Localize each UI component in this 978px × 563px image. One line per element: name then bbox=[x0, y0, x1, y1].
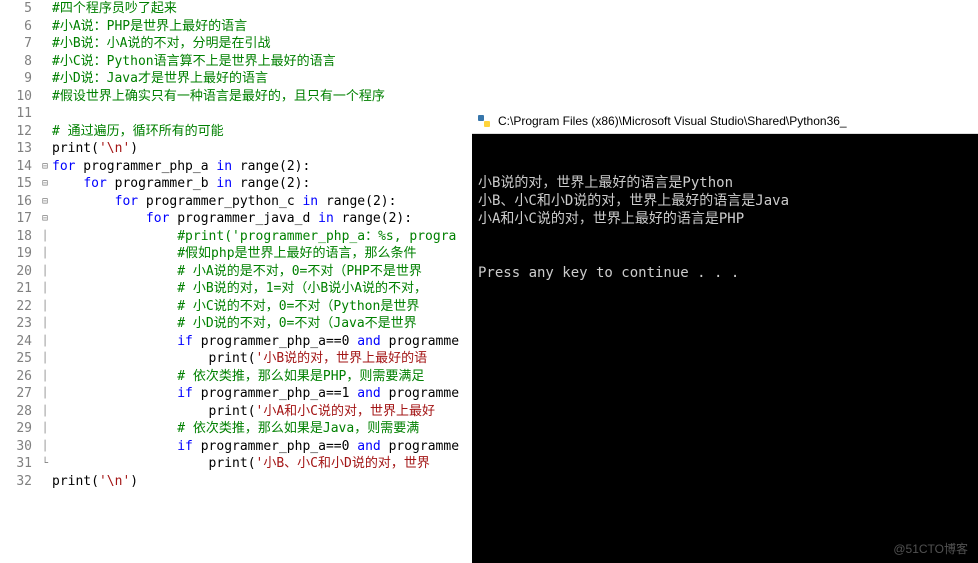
fold-marker[interactable] bbox=[38, 70, 52, 88]
code-line[interactable]: 9 #小D说：Java才是世界上最好的语言 bbox=[0, 70, 978, 88]
fold-marker[interactable] bbox=[38, 105, 52, 123]
fold-marker[interactable]: │ bbox=[38, 228, 52, 246]
code-content[interactable]: #小B说：小A说的不对，分明是在引战 bbox=[52, 35, 978, 53]
fold-marker[interactable]: │ bbox=[38, 245, 52, 263]
line-number: 22 bbox=[0, 298, 38, 316]
line-number: 30 bbox=[0, 438, 38, 456]
fold-marker[interactable]: │ bbox=[38, 385, 52, 403]
line-number: 5 bbox=[0, 0, 38, 18]
fold-marker[interactable]: │ bbox=[38, 333, 52, 351]
line-number: 31 bbox=[0, 455, 38, 473]
line-number: 7 bbox=[0, 35, 38, 53]
code-content[interactable]: #小D说：Java才是世界上最好的语言 bbox=[52, 70, 978, 88]
line-number: 19 bbox=[0, 245, 38, 263]
line-number: 14 bbox=[0, 158, 38, 176]
line-number: 20 bbox=[0, 263, 38, 281]
fold-marker[interactable] bbox=[38, 140, 52, 158]
fold-marker[interactable]: ⊟ bbox=[38, 210, 52, 228]
code-line[interactable]: 7 #小B说：小A说的不对，分明是在引战 bbox=[0, 35, 978, 53]
fold-marker[interactable] bbox=[38, 0, 52, 18]
fold-marker[interactable] bbox=[38, 35, 52, 53]
line-number: 8 bbox=[0, 53, 38, 71]
code-content[interactable]: #小C说：Python语言算不上是世界上最好的语言 bbox=[52, 53, 978, 71]
line-number: 32 bbox=[0, 473, 38, 491]
fold-marker[interactable]: │ bbox=[38, 420, 52, 438]
terminal-window: C:\Program Files (x86)\Microsoft Visual … bbox=[472, 108, 978, 563]
fold-marker[interactable] bbox=[38, 123, 52, 141]
fold-marker[interactable]: ⊟ bbox=[38, 175, 52, 193]
line-number: 10 bbox=[0, 88, 38, 106]
fold-marker[interactable]: │ bbox=[38, 280, 52, 298]
fold-marker[interactable]: │ bbox=[38, 298, 52, 316]
code-line[interactable]: 5 #四个程序员吵了起来 bbox=[0, 0, 978, 18]
line-number: 25 bbox=[0, 350, 38, 368]
fold-marker[interactable]: ⊟ bbox=[38, 158, 52, 176]
fold-marker[interactable] bbox=[38, 473, 52, 491]
line-number: 21 bbox=[0, 280, 38, 298]
fold-marker[interactable]: └ bbox=[38, 455, 52, 473]
fold-marker[interactable]: ⊟ bbox=[38, 193, 52, 211]
fold-marker[interactable]: │ bbox=[38, 263, 52, 281]
line-number: 27 bbox=[0, 385, 38, 403]
code-line[interactable]: 10 #假设世界上确实只有一种语言是最好的，且只有一个程序 bbox=[0, 88, 978, 106]
line-number: 11 bbox=[0, 105, 38, 123]
line-number: 28 bbox=[0, 403, 38, 421]
code-line[interactable]: 8 #小C说：Python语言算不上是世界上最好的语言 bbox=[0, 53, 978, 71]
fold-marker[interactable]: │ bbox=[38, 368, 52, 386]
fold-marker[interactable] bbox=[38, 53, 52, 71]
line-number: 23 bbox=[0, 315, 38, 333]
fold-marker[interactable] bbox=[38, 88, 52, 106]
line-number: 13 bbox=[0, 140, 38, 158]
line-number: 12 bbox=[0, 123, 38, 141]
python-icon bbox=[476, 113, 492, 129]
line-number: 16 bbox=[0, 193, 38, 211]
fold-marker[interactable]: │ bbox=[38, 438, 52, 456]
terminal-title: C:\Program Files (x86)\Microsoft Visual … bbox=[498, 114, 847, 128]
line-number: 17 bbox=[0, 210, 38, 228]
line-number: 26 bbox=[0, 368, 38, 386]
line-number: 15 bbox=[0, 175, 38, 193]
fold-marker[interactable] bbox=[38, 18, 52, 36]
fold-marker[interactable]: │ bbox=[38, 403, 52, 421]
line-number: 29 bbox=[0, 420, 38, 438]
fold-marker[interactable]: │ bbox=[38, 350, 52, 368]
terminal-output[interactable]: 小B说的对，世界上最好的语言是Python 小B、小C和小D说的对，世界上最好的… bbox=[472, 134, 978, 286]
code-content[interactable]: #小A说：PHP是世界上最好的语言 bbox=[52, 18, 978, 36]
line-number: 18 bbox=[0, 228, 38, 246]
line-number: 6 bbox=[0, 18, 38, 36]
code-content[interactable]: #假设世界上确实只有一种语言是最好的，且只有一个程序 bbox=[52, 88, 978, 106]
terminal-titlebar[interactable]: C:\Program Files (x86)\Microsoft Visual … bbox=[472, 108, 978, 134]
code-line[interactable]: 6 #小A说：PHP是世界上最好的语言 bbox=[0, 18, 978, 36]
watermark: @51CTO博客 bbox=[893, 540, 968, 557]
line-number: 9 bbox=[0, 70, 38, 88]
line-number: 24 bbox=[0, 333, 38, 351]
code-content[interactable]: #四个程序员吵了起来 bbox=[52, 0, 978, 18]
fold-marker[interactable]: │ bbox=[38, 315, 52, 333]
